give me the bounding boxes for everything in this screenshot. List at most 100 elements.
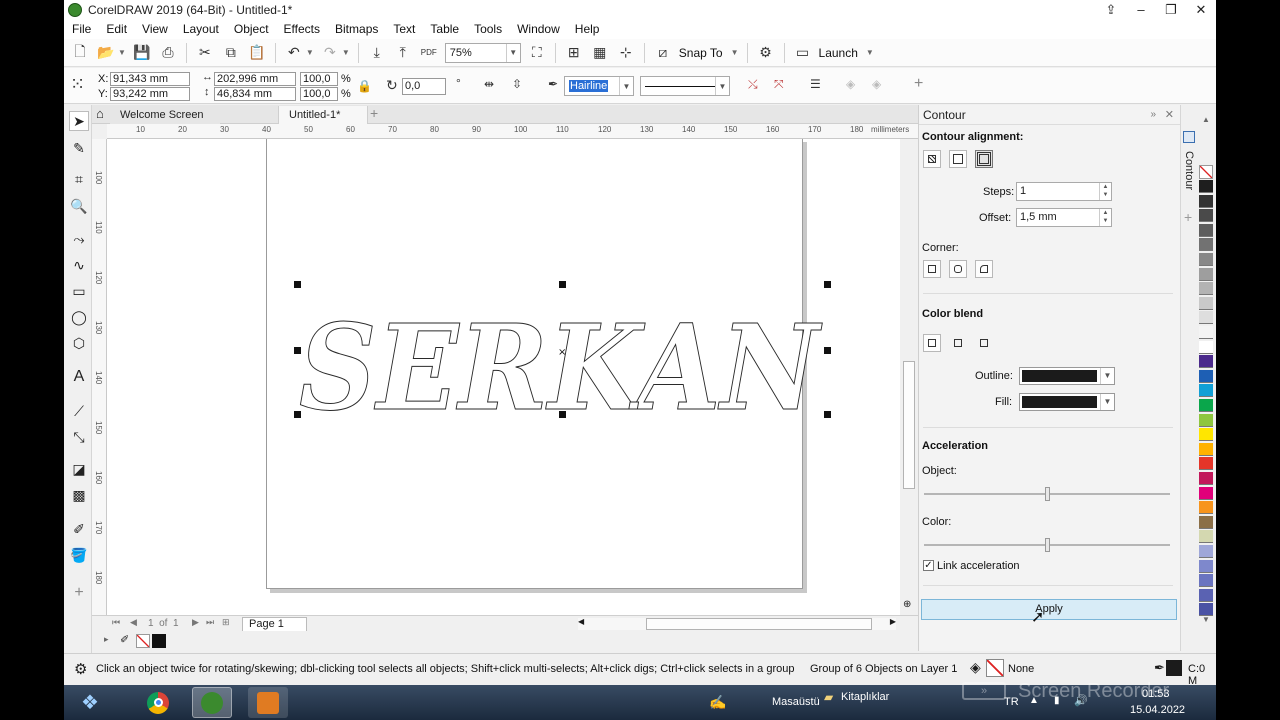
palette-swatch[interactable] — [1199, 457, 1213, 471]
show-rulers-icon[interactable]: ⊞ — [564, 43, 584, 63]
eyedropper-tool-icon[interactable]: ✐ — [69, 519, 89, 539]
status-gear-icon[interactable]: ⚙ — [74, 660, 87, 678]
palette-swatch[interactable] — [1199, 472, 1213, 485]
palette-swatch[interactable] — [1199, 267, 1213, 281]
contour-outside-button[interactable] — [975, 150, 993, 168]
zoom-tool-icon[interactable]: 🔍 — [69, 196, 89, 216]
palette-swatch[interactable] — [1199, 442, 1213, 456]
palette-swatch[interactable] — [1199, 326, 1213, 339]
close-button[interactable]: ✕ — [1186, 0, 1216, 19]
offset-field[interactable]: 1,5 mm ▲ ▼ — [1016, 208, 1112, 227]
docker-close-icon[interactable]: ✕ — [1165, 105, 1174, 125]
eyedropper-icon[interactable]: ✐ — [120, 633, 129, 646]
palette-swatch[interactable] — [1199, 545, 1213, 558]
show-grid-icon[interactable]: ▦ — [590, 43, 610, 63]
snap-dropdown-icon[interactable]: ▼ — [731, 48, 739, 57]
vertical-scroll-thumb[interactable] — [903, 361, 915, 489]
wrap-text-icon[interactable]: ☰ — [810, 77, 821, 91]
snap-to-button[interactable]: Snap To — [679, 46, 723, 60]
corner-mitered-button[interactable] — [923, 260, 941, 278]
palette-arrow-icon[interactable]: ▸ — [104, 634, 109, 645]
pick-tool-icon[interactable]: ➤ — [69, 111, 89, 131]
horizontal-scroll-thumb[interactable] — [646, 618, 872, 630]
export-icon[interactable]: ⤒ — [393, 43, 413, 63]
palette-swatch[interactable] — [1199, 486, 1213, 500]
offset-spinner-icon[interactable]: ▲ ▼ — [1099, 209, 1111, 226]
palette-no-color-swatch[interactable] — [1199, 165, 1213, 179]
palette-swatch[interactable] — [1199, 603, 1213, 617]
outline-pen-icon[interactable]: ✒ — [548, 77, 558, 91]
corner-round-button[interactable] — [949, 260, 967, 278]
width-field[interactable]: 202,996 mm — [214, 72, 296, 86]
fill-color-picker[interactable]: ▼ — [1019, 393, 1115, 411]
outline-pen-status-icon[interactable]: ✒ — [1154, 660, 1165, 676]
polygon-tool-icon[interactable]: ⬡ — [69, 333, 89, 353]
selection-handle-tc[interactable] — [559, 281, 566, 288]
import-icon[interactable]: ⤓ — [367, 43, 387, 63]
position-x-field[interactable]: 91,343 mm — [110, 72, 190, 86]
outline-color-picker[interactable]: ▼ — [1019, 367, 1115, 385]
selection-handle-mr[interactable] — [824, 347, 831, 354]
page-tab-1[interactable]: Page 1 — [242, 617, 307, 631]
scale-height-field[interactable]: 100,0 — [300, 87, 338, 101]
tab-welcome-screen[interactable]: Welcome Screen — [110, 106, 220, 124]
lock-ratio-icon[interactable]: 🔒 — [357, 79, 372, 93]
selection-handle-tr[interactable] — [824, 281, 831, 288]
clockwise-blend-button[interactable] — [949, 334, 967, 352]
add-toolbar-icon[interactable]: + — [914, 75, 923, 93]
palette-swatch[interactable] — [1199, 369, 1213, 383]
last-page-icon[interactable]: ⏭ — [206, 617, 214, 628]
outline-color-dropdown-icon[interactable]: ▼ — [1100, 368, 1114, 384]
to-back-icon[interactable]: ◈ — [872, 77, 881, 91]
save-icon[interactable]: 💾 — [132, 43, 152, 63]
share-icon[interactable]: ⇪ — [1096, 0, 1126, 19]
open-folder-icon[interactable]: 📂 — [96, 43, 116, 63]
corner-bevel-button[interactable] — [975, 260, 993, 278]
pen-input-icon[interactable]: ✍ — [709, 694, 726, 711]
scroll-right-icon[interactable]: ▶ — [890, 617, 896, 626]
horizontal-scrollbar[interactable]: ◀ ▶ — [578, 617, 896, 630]
color-acceleration-thumb[interactable] — [1045, 538, 1050, 552]
text-tool-icon[interactable]: A — [69, 367, 89, 387]
coreldraw-taskbar-icon[interactable] — [192, 687, 232, 718]
selection-handle-ml[interactable] — [294, 347, 301, 354]
tab-untitled-1[interactable]: Untitled-1* — [278, 106, 368, 124]
clock-date[interactable]: 15.04.2022 — [1130, 704, 1185, 716]
black-swatch[interactable] — [152, 634, 166, 648]
palette-swatch[interactable] — [1199, 501, 1213, 515]
menu-effects[interactable]: Effects — [284, 22, 320, 36]
position-y-field[interactable]: 93,242 mm — [110, 87, 190, 101]
palette-swatch[interactable] — [1199, 428, 1213, 442]
vertical-ruler[interactable]: 100 110 120 130 140 150 160 170 180 — [92, 139, 107, 615]
vertical-scrollbar[interactable]: ⊕ — [900, 139, 918, 615]
menu-file[interactable]: File — [72, 22, 91, 36]
palette-swatch[interactable] — [1199, 296, 1213, 310]
parallel-dimension-tool-icon[interactable]: ⟋ — [69, 401, 89, 421]
height-field[interactable]: 46,834 mm — [214, 87, 296, 101]
menu-edit[interactable]: Edit — [106, 22, 127, 36]
open-dropdown-icon[interactable]: ▼ — [118, 48, 126, 57]
color-acceleration-slider[interactable] — [924, 538, 1170, 552]
selection-handle-bc[interactable] — [559, 411, 566, 418]
language-indicator[interactable]: TR — [1004, 696, 1019, 708]
minimize-button[interactable]: – — [1126, 0, 1156, 19]
drop-shadow-tool-icon[interactable]: ◪ — [69, 459, 89, 479]
reference-point-icon[interactable]: ⁙ — [70, 74, 85, 95]
transparency-tool-icon[interactable]: ▩ — [69, 485, 89, 505]
no-color-swatch[interactable] — [136, 634, 150, 648]
scale-width-field[interactable]: 100,0 — [300, 72, 338, 86]
drawing-canvas[interactable]: SERKAN × — [107, 139, 900, 615]
contour-side-tab[interactable]: Contour — [1183, 151, 1195, 190]
line-style-combo[interactable]: ▼ — [640, 76, 730, 96]
contour-inside-button[interactable] — [949, 150, 967, 168]
palette-swatch[interactable] — [1199, 574, 1213, 588]
selection-handle-br[interactable] — [824, 411, 831, 418]
scroll-left-icon[interactable]: ◀ — [578, 617, 584, 626]
selection-handle-tl[interactable] — [294, 281, 301, 288]
desktop-toolbar-label[interactable]: Masaüstü — [772, 696, 820, 708]
menu-object[interactable]: Object — [234, 22, 269, 36]
add-docker-icon[interactable]: + — [1184, 209, 1192, 225]
artistic-media-tool-icon[interactable]: ∿ — [69, 255, 89, 275]
palette-swatch[interactable] — [1199, 559, 1213, 573]
undo-icon[interactable]: ↶ — [284, 43, 304, 63]
